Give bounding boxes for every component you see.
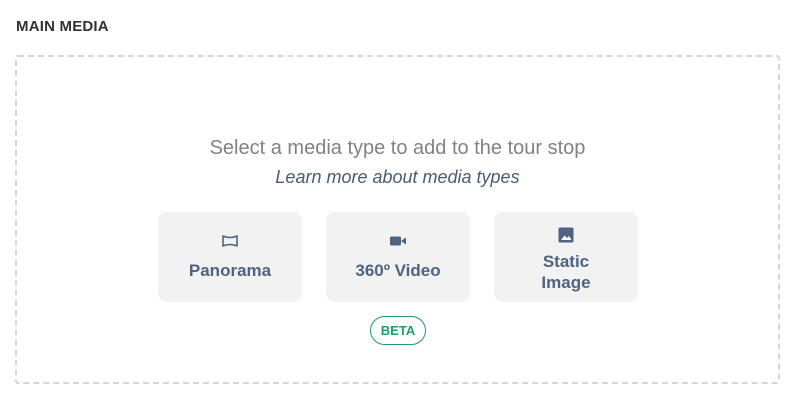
360-video-label: 360º Video [355,261,441,280]
learn-more-link[interactable]: Learn more about media types [17,167,778,188]
media-dropzone: Select a media type to add to the tour s… [15,55,780,384]
static-image-button[interactable]: Static Image [494,212,638,302]
image-icon [494,226,638,243]
static-image-label: Static Image [541,252,591,292]
section-title: MAIN MEDIA [16,18,109,35]
video-camera-icon [326,234,470,250]
360-video-button[interactable]: 360º Video [326,212,470,302]
panorama-button[interactable]: Panorama [158,212,302,302]
panorama-icon [158,234,302,250]
media-prompt: Select a media type to add to the tour s… [209,137,586,159]
panorama-label: Panorama [188,261,272,280]
beta-badge: BETA [370,316,426,345]
